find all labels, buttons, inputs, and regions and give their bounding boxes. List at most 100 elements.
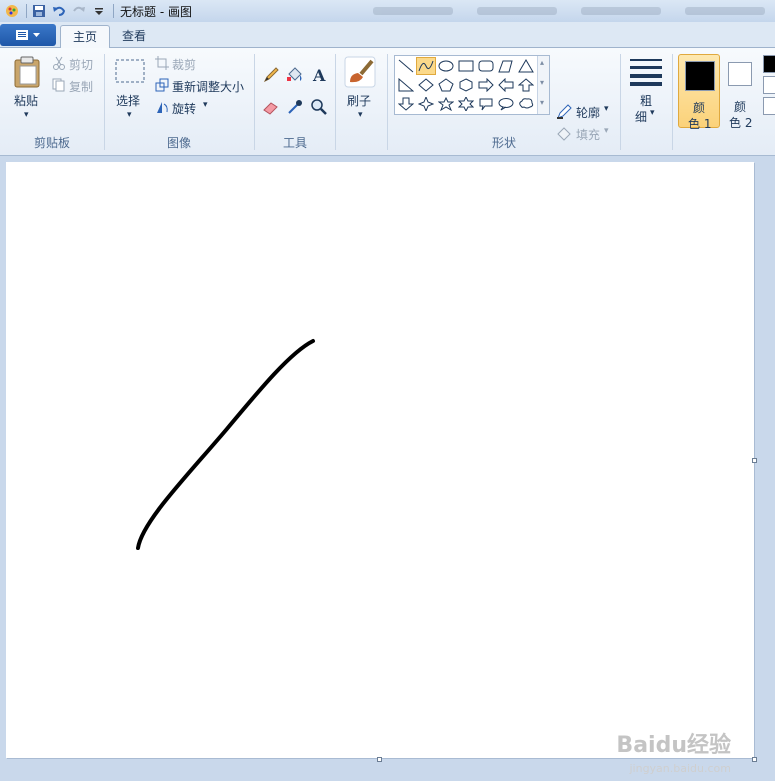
scroll-up-icon[interactable]: ▴ [540, 58, 544, 67]
paint-menu-button[interactable] [0, 24, 56, 46]
size-label-line2[interactable]: 细 [635, 108, 647, 125]
tab-home[interactable]: 主页 [60, 25, 111, 49]
size-dropdown-icon[interactable]: ▾ [650, 108, 655, 118]
expand-gallery-icon[interactable]: ▾ [540, 98, 544, 107]
palette-swatch-white[interactable] [763, 76, 775, 94]
resize-handle-right[interactable] [752, 458, 757, 463]
paste-label[interactable]: 粘贴 [14, 92, 38, 109]
palette-swatch-empty[interactable] [763, 97, 775, 115]
magnifier-tool[interactable] [307, 96, 331, 118]
qat-dropdown-icon[interactable] [91, 3, 107, 19]
line-shape-icon [398, 59, 414, 73]
fill-dropdown-icon[interactable]: ▾ [604, 126, 609, 136]
text-tool[interactable]: A [307, 64, 331, 86]
shape-diamond[interactable] [416, 76, 436, 94]
background-tabs-blur [373, 7, 775, 15]
redo-icon[interactable] [71, 3, 87, 19]
color-1-label-line2: 色 1 [688, 117, 712, 131]
shape-oval[interactable] [436, 57, 456, 75]
four-point-star-shape-icon [418, 97, 434, 111]
ribbon-tab-row: 主页 查看 [0, 22, 775, 49]
shape-rectangle[interactable] [456, 57, 476, 75]
right-triangle-shape-icon [398, 78, 414, 92]
ribbon: 粘贴 ▾ 剪切 复制 剪贴板 选择 ▾ 裁剪 重新调整大小 旋转 ▾ 图像 A [0, 48, 775, 156]
line-size-icon[interactable] [630, 56, 662, 86]
undo-icon[interactable] [51, 3, 67, 19]
paint-app-icon[interactable] [4, 3, 20, 19]
color-1-label-line1: 颜 [693, 101, 706, 115]
brush-label[interactable]: 刷子 [347, 92, 371, 109]
eraser-tool[interactable] [259, 96, 283, 118]
shape-curve[interactable] [416, 57, 436, 75]
pencil-icon [263, 67, 279, 83]
shape-pentagon[interactable] [436, 76, 456, 94]
color-2-swatch [728, 62, 752, 86]
drawn-curve [136, 339, 315, 550]
palette-swatch-black[interactable] [763, 55, 775, 73]
select-label[interactable]: 选择 [116, 92, 140, 109]
paste-dropdown-icon[interactable]: ▾ [24, 110, 29, 120]
hexagon-shape-icon [459, 78, 473, 92]
brush-dropdown-icon[interactable]: ▾ [358, 110, 363, 120]
rotate-button[interactable]: 旋转 [172, 100, 196, 117]
select-icon[interactable] [114, 58, 146, 84]
rectangle-shape-icon [458, 60, 474, 72]
shape-oval-callout[interactable] [496, 95, 516, 113]
copy-button[interactable]: 复制 [69, 78, 93, 95]
scroll-down-icon[interactable]: ▾ [540, 78, 544, 87]
tab-view[interactable]: 查看 [110, 25, 158, 49]
tools-group: A 工具 [255, 48, 335, 156]
color-picker-tool[interactable] [283, 96, 307, 118]
cut-button[interactable]: 剪切 [69, 56, 93, 73]
size-label-line1[interactable]: 粗 [640, 92, 652, 109]
brush-icon[interactable] [344, 56, 376, 88]
shape-left-arrow[interactable] [496, 76, 516, 94]
size-group: 粗 细 ▾ [621, 48, 671, 156]
right-arrow-shape-icon [478, 78, 494, 92]
resize-handle-bottom[interactable] [377, 757, 382, 762]
select-dropdown-icon[interactable]: ▾ [127, 110, 132, 120]
shape-right-triangle[interactable] [396, 76, 416, 94]
resize-button[interactable]: 重新调整大小 [172, 78, 244, 95]
shape-six-point-star[interactable] [456, 95, 476, 113]
shape-polygon[interactable] [496, 57, 516, 75]
shape-five-point-star[interactable] [436, 95, 456, 113]
rounded-rectangle-shape-icon [478, 60, 494, 72]
color-1-button[interactable]: 颜 色 1 [678, 54, 720, 131]
outline-button[interactable]: 轮廓 [576, 104, 600, 121]
outline-dropdown-icon[interactable]: ▾ [604, 104, 609, 114]
shape-right-arrow[interactable] [476, 76, 496, 94]
fill-button[interactable]: 填充 [576, 126, 600, 143]
brushes-group: 刷子 ▾ [336, 48, 386, 156]
shape-rounded-rectangle[interactable] [476, 57, 496, 75]
shape-down-arrow[interactable] [396, 95, 416, 113]
shape-line[interactable] [396, 57, 416, 75]
triangle-shape-icon [518, 59, 534, 73]
shape-up-arrow[interactable] [516, 76, 536, 94]
paste-icon[interactable] [12, 56, 42, 88]
cloud-callout-shape-icon [519, 98, 534, 109]
shape-triangle[interactable] [516, 57, 536, 75]
copy-icon [52, 78, 65, 92]
crop-button[interactable]: 裁剪 [172, 56, 196, 73]
group-divider [672, 54, 673, 150]
save-icon[interactable] [31, 3, 47, 19]
shape-cloud-callout[interactable] [516, 95, 536, 113]
fill-tool[interactable] [283, 64, 307, 86]
shape-hexagon[interactable] [456, 76, 476, 94]
pentagon-shape-icon [438, 78, 454, 92]
image-group: 选择 ▾ 裁剪 重新调整大小 旋转 ▾ 图像 [105, 48, 253, 156]
shape-four-point-star[interactable] [416, 95, 436, 113]
resize-handle-corner[interactable] [752, 757, 757, 762]
canvas-workspace: Baidu经验 jingyan.baidu.com [0, 156, 775, 781]
color-2-button[interactable]: 颜 色 2 [720, 54, 762, 130]
rotate-dropdown-icon[interactable]: ▾ [203, 100, 208, 110]
outline-icon [557, 104, 572, 119]
fill-icon [557, 127, 571, 141]
title-separator [113, 4, 114, 18]
drawing-canvas[interactable] [6, 162, 754, 758]
oval-shape-icon [438, 60, 454, 72]
shape-rect-callout[interactable] [476, 95, 496, 113]
pencil-tool[interactable] [259, 64, 283, 86]
shapes-scrollbar[interactable]: ▴ ▾ ▾ [537, 56, 549, 114]
